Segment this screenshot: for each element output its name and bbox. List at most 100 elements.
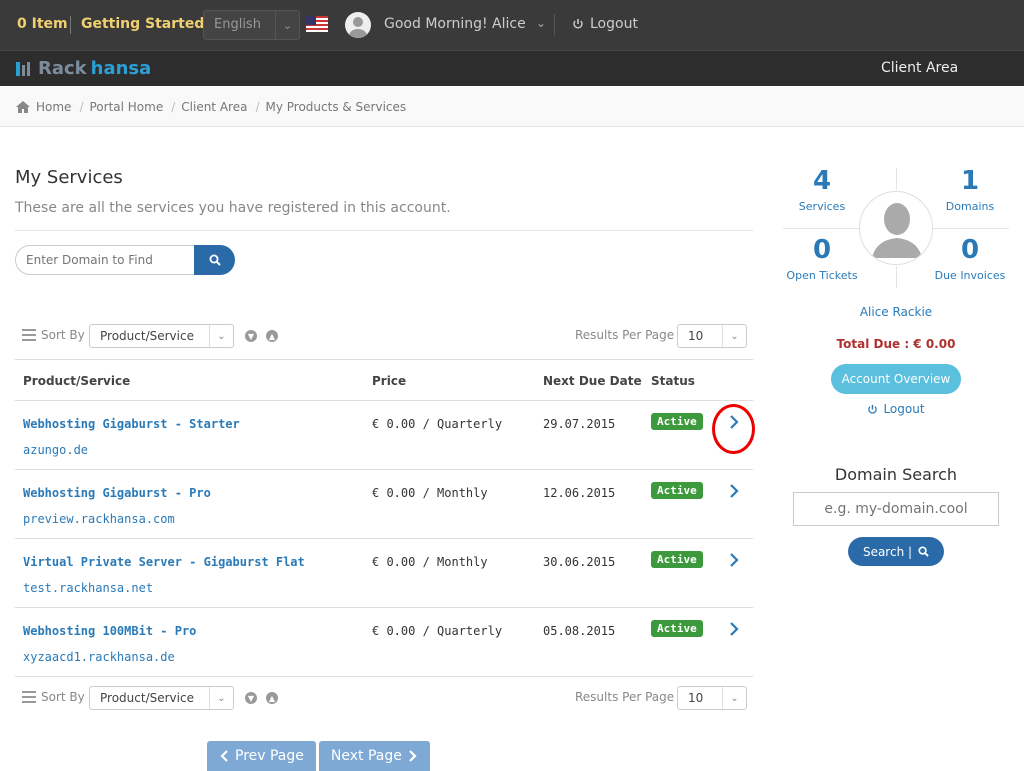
- sort-bar-bottom: Sort By Product/Service ⌄ ▼ ▲ Results Pe…: [22, 686, 752, 710]
- services-stat[interactable]: 4 Services: [782, 166, 862, 213]
- status-badge: Active: [651, 620, 703, 637]
- divider: [896, 168, 897, 190]
- sort-value: Product/Service: [100, 691, 194, 705]
- cart-items-link[interactable]: 0 Item: [17, 16, 68, 32]
- product-due-date: 30.06.2015: [543, 555, 616, 569]
- product-name[interactable]: Virtual Private Server - Gigaburst Flat: [23, 555, 305, 569]
- col-next-due-date[interactable]: Next Due Date: [543, 374, 642, 388]
- breadcrumb-portal-home[interactable]: Portal Home: [89, 100, 163, 114]
- logout-link[interactable]: Logout: [572, 16, 638, 32]
- chevron-right-icon[interactable]: [727, 414, 741, 430]
- user-avatar[interactable]: [345, 12, 371, 38]
- product-name[interactable]: Webhosting 100MBit - Pro: [23, 624, 196, 638]
- status-badge: Active: [651, 482, 703, 499]
- results-per-page-value: 10: [688, 329, 704, 343]
- breadcrumb-home[interactable]: Home: [36, 100, 71, 114]
- table-row[interactable]: Webhosting Gigaburst - Pro preview.rackh…: [15, 470, 753, 539]
- product-due-date: 12.06.2015: [543, 486, 616, 500]
- chevron-down-icon: ⌄: [275, 11, 299, 39]
- tickets-label: Open Tickets: [786, 269, 858, 282]
- divider: [783, 228, 859, 229]
- breadcrumb: Home / Portal Home / Client Area / My Produ…: [0, 87, 1024, 127]
- chevron-down-icon[interactable]: ⌄: [536, 16, 546, 30]
- invoices-count: 0: [960, 235, 980, 265]
- brand-name-part1: Rack: [38, 58, 87, 79]
- sort-label: Sort By: [41, 328, 85, 342]
- total-due: Total Due : € 0.00: [836, 337, 956, 351]
- prev-page-button[interactable]: Prev Page: [207, 741, 316, 771]
- domain-search-button-label: Search |: [862, 544, 913, 559]
- sidebar-logout-label: Logout: [883, 402, 925, 416]
- domain-filter: [15, 245, 235, 275]
- col-status[interactable]: Status: [651, 374, 695, 388]
- product-due-date: 29.07.2015: [543, 417, 616, 431]
- product-domain[interactable]: xyzaacd1.rackhansa.de: [23, 650, 175, 664]
- getting-started-link[interactable]: Getting Started: [81, 16, 204, 32]
- results-per-page-select[interactable]: 10 ⌄: [677, 686, 747, 710]
- col-price[interactable]: Price: [372, 374, 406, 388]
- search-icon: [918, 546, 929, 557]
- results-per-page-label: Results Per Page: [575, 690, 675, 704]
- tickets-stat[interactable]: 0 Open Tickets: [782, 235, 862, 282]
- services-table: Product/Service Price Next Due Date Stat…: [15, 359, 755, 677]
- tickets-count: 0: [812, 235, 832, 265]
- chevron-right-icon[interactable]: [727, 552, 741, 568]
- language-select[interactable]: English ⌄: [203, 10, 300, 40]
- domain-search-button[interactable]: Search |: [848, 537, 944, 566]
- chevron-right-icon[interactable]: [727, 483, 741, 499]
- topbar-divider: [70, 16, 71, 34]
- account-overview-button[interactable]: Account Overview: [831, 364, 961, 394]
- results-per-page-select[interactable]: 10 ⌄: [677, 324, 747, 348]
- product-domain[interactable]: azungo.de: [23, 443, 88, 457]
- product-domain[interactable]: test.rackhansa.net: [23, 581, 153, 595]
- sort-select[interactable]: Product/Service ⌄: [89, 686, 234, 710]
- invoices-stat[interactable]: 0 Due Invoices: [930, 235, 1010, 282]
- table-row[interactable]: Virtual Private Server - Gigaburst Flat …: [15, 539, 753, 608]
- table-row[interactable]: Webhosting 100MBit - Pro xyzaacd1.rackha…: [15, 608, 753, 677]
- sort-select[interactable]: Product/Service ⌄: [89, 324, 234, 348]
- product-name[interactable]: Webhosting Gigaburst - Starter: [23, 417, 240, 431]
- us-flag-icon[interactable]: [306, 16, 328, 32]
- home-icon: [16, 100, 30, 113]
- chevron-right-icon: [409, 750, 417, 762]
- breadcrumb-client-area[interactable]: Client Area: [181, 100, 247, 114]
- col-product-service[interactable]: Product/Service: [23, 374, 130, 388]
- product-price: € 0.00 / Quarterly: [372, 624, 503, 638]
- table-row[interactable]: Webhosting Gigaburst - Starter azungo.de…: [15, 401, 755, 470]
- sort-descending-icon[interactable]: ▼: [245, 330, 257, 342]
- sort-label: Sort By: [41, 690, 85, 704]
- results-per-page-label: Results Per Page: [575, 328, 675, 342]
- sort-descending-icon[interactable]: ▼: [245, 692, 257, 704]
- invoices-label: Due Invoices: [934, 269, 1006, 282]
- domain-filter-input[interactable]: [15, 245, 194, 275]
- divider: [896, 266, 897, 288]
- domains-label: Domains: [945, 200, 995, 213]
- chevron-down-icon: ⌄: [209, 687, 233, 709]
- sort-value: Product/Service: [100, 329, 194, 343]
- server-bars-icon: [16, 61, 30, 76]
- domains-stat[interactable]: 1 Domains: [930, 166, 1010, 213]
- chevron-right-icon[interactable]: [727, 621, 741, 637]
- table-header: Product/Service Price Next Due Date Stat…: [15, 359, 753, 401]
- brand-name-part2: hansa: [90, 58, 152, 79]
- product-price: € 0.00 / Monthly: [372, 486, 488, 500]
- sidebar-logout-link[interactable]: Logout: [783, 402, 1009, 416]
- domains-count: 1: [960, 166, 980, 196]
- greeting-menu[interactable]: Good Morning! Alice: [384, 16, 526, 32]
- client-name[interactable]: Alice Rackie: [783, 305, 1009, 319]
- pagination: Prev Page Next Page: [207, 741, 430, 771]
- brand-logo[interactable]: Rack hansa: [16, 58, 151, 79]
- list-icon: [22, 329, 36, 341]
- services-count: 4: [812, 166, 832, 196]
- domain-filter-button[interactable]: [194, 245, 235, 275]
- domain-search-input[interactable]: [793, 492, 999, 526]
- sort-ascending-icon[interactable]: ▲: [266, 330, 278, 342]
- sort-bar-top: Sort By Product/Service ⌄ ▼ ▲ Results Pe…: [22, 324, 752, 348]
- product-price: € 0.00 / Quarterly: [372, 417, 503, 431]
- product-name[interactable]: Webhosting Gigaburst - Pro: [23, 486, 211, 500]
- next-page-button[interactable]: Next Page: [318, 741, 430, 771]
- nav-client-area[interactable]: Client Area: [881, 60, 958, 76]
- sort-ascending-icon[interactable]: ▲: [266, 692, 278, 704]
- search-icon: [209, 254, 221, 266]
- product-domain[interactable]: preview.rackhansa.com: [23, 512, 175, 526]
